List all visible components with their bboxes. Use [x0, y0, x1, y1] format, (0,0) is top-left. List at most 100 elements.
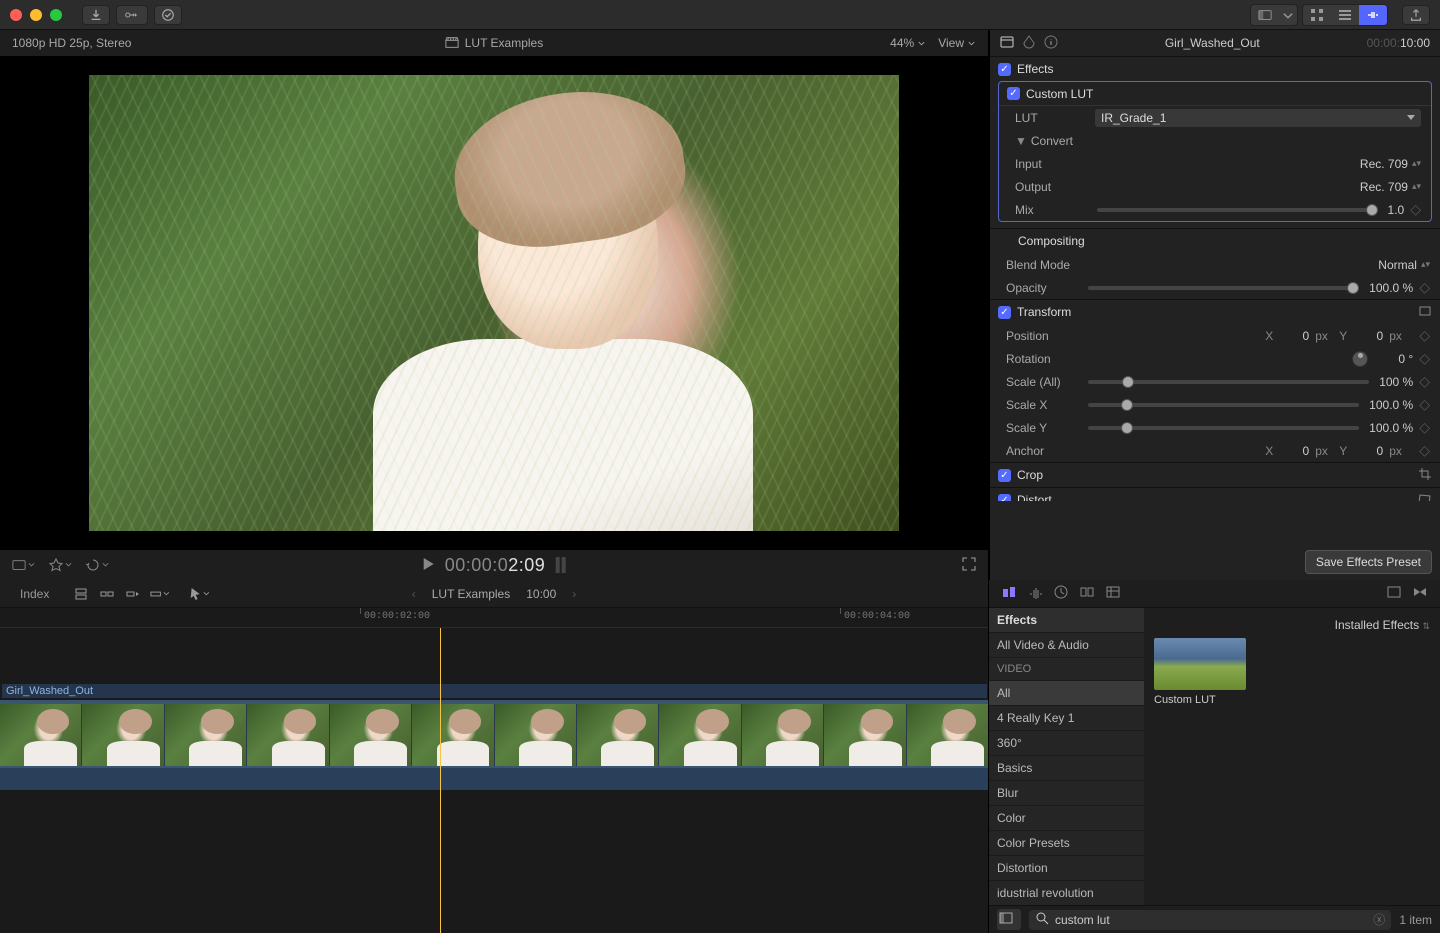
audio-effects-tab[interactable] [1025, 585, 1045, 602]
effect-item-custom-lut[interactable]: Custom LUT [1154, 638, 1246, 706]
opacity-slider[interactable] [1088, 286, 1359, 290]
color-inspector-tab[interactable] [1022, 35, 1036, 52]
keyframe-icon[interactable]: ◇ [1419, 419, 1430, 436]
crop-checkbox[interactable]: ✓ [998, 469, 1011, 482]
video-inspector-tab[interactable] [1000, 35, 1014, 52]
timecode-display[interactable]: 00:00:02:09 [445, 555, 546, 576]
play-button[interactable] [423, 555, 435, 576]
overwrite-clip-button[interactable] [149, 586, 169, 602]
titles-tab[interactable] [1077, 585, 1097, 602]
effects-category-item[interactable]: 360° [989, 730, 1144, 755]
effects-category-item[interactable]: Blur [989, 780, 1144, 805]
effects-category-item[interactable]: 4 Really Key 1 [989, 705, 1144, 730]
generators-tab[interactable] [1103, 585, 1123, 602]
keyframe-icon[interactable]: ◇ [1419, 396, 1430, 413]
keyword-button[interactable] [116, 5, 148, 25]
retime-menu[interactable] [86, 558, 109, 572]
anchor-y[interactable]: 0 [1353, 444, 1383, 458]
keyframe-icon[interactable]: ◇ [1419, 327, 1430, 344]
effects-category-item[interactable]: All Video & Audio [989, 632, 1144, 657]
clear-search-icon[interactable]: ⓧ [1373, 911, 1385, 928]
mix-value[interactable]: 1.0 [1388, 203, 1405, 217]
input-colorspace[interactable]: Rec. 709▴▾ [1360, 157, 1421, 171]
effects-category-item[interactable]: idustrial revolution [989, 880, 1144, 905]
browser-dropdown[interactable] [1279, 5, 1297, 25]
keyframe-icon[interactable]: ◇ [1419, 279, 1430, 296]
effects-category-item[interactable]: Basics [989, 755, 1144, 780]
effects-checkbox[interactable]: ✓ [998, 63, 1011, 76]
transform-header[interactable]: ✓ Transform [990, 300, 1440, 324]
output-colorspace[interactable]: Rec. 709▴▾ [1360, 180, 1421, 194]
import-button[interactable] [82, 5, 110, 25]
viewer-display-menu[interactable] [12, 558, 35, 572]
effects-category-item[interactable]: All [989, 680, 1144, 705]
scale-all-slider[interactable] [1088, 380, 1369, 384]
installed-effects-dropdown[interactable]: Installed Effects ⇅ [1335, 618, 1430, 632]
browser-toggle[interactable] [1251, 5, 1279, 25]
timeline-clip[interactable]: Girl_Washed_Out [0, 700, 988, 790]
scale-y-value[interactable]: 100.0 % [1369, 421, 1413, 435]
background-tasks-button[interactable] [154, 5, 182, 25]
scale-x-value[interactable]: 100.0 % [1369, 398, 1413, 412]
bowtie-icon[interactable] [1410, 585, 1430, 602]
view-dropdown[interactable]: View [938, 36, 976, 50]
position-x[interactable]: 0 [1279, 329, 1309, 343]
playhead[interactable] [440, 628, 441, 933]
keyframe-icon[interactable]: ◇ [1419, 373, 1430, 390]
distort-header[interactable]: ✓ Distort [990, 488, 1440, 501]
append-clip-button[interactable] [123, 586, 143, 602]
timeline-nav-prev[interactable]: ‹ [412, 587, 416, 601]
effects-category-item[interactable]: Color [989, 805, 1144, 830]
distort-onscreen-icon[interactable] [1418, 492, 1432, 502]
position-y[interactable]: 0 [1353, 329, 1383, 343]
share-button[interactable] [1402, 5, 1430, 25]
themes-tab[interactable] [1384, 585, 1404, 602]
connect-clip-button[interactable] [71, 586, 91, 602]
anchor-x[interactable]: 0 [1279, 444, 1309, 458]
timeline-body[interactable]: Girl_Washed_Out [0, 628, 988, 933]
transform-checkbox[interactable]: ✓ [998, 306, 1011, 319]
fullscreen-button[interactable] [962, 560, 976, 574]
effects-section-header[interactable]: ✓ Effects [990, 57, 1440, 81]
rotation-dial[interactable] [1352, 351, 1368, 367]
lut-select[interactable]: IR_Grade_1 [1095, 109, 1421, 127]
rotation-value[interactable]: 0 ° [1398, 352, 1413, 366]
clip-audio-track[interactable] [0, 768, 988, 790]
save-effects-preset-button[interactable]: Save Effects Preset [1305, 550, 1432, 574]
crop-header[interactable]: ✓ Crop [990, 463, 1440, 487]
viewer-canvas[interactable] [0, 56, 988, 550]
arrow-tool[interactable] [189, 586, 209, 602]
insert-clip-button[interactable] [97, 586, 117, 602]
effects-category-item[interactable]: Distortion [989, 855, 1144, 880]
effects-onscreen-menu[interactable] [49, 558, 72, 572]
layout-list[interactable] [1331, 5, 1359, 25]
scale-all-value[interactable]: 100 % [1379, 375, 1413, 389]
keyframe-icon[interactable]: ◇ [1419, 442, 1430, 459]
distort-checkbox[interactable]: ✓ [998, 494, 1011, 502]
mix-slider[interactable] [1097, 208, 1378, 212]
disclosure-triangle[interactable]: ▼ [1015, 134, 1027, 148]
zoom-window[interactable] [50, 9, 62, 21]
effects-list-view-toggle[interactable] [997, 909, 1021, 930]
timeline-index-button[interactable]: Index [10, 584, 59, 604]
timeline-ruler[interactable]: 00:00:02:0000:00:04:00 [0, 608, 988, 628]
transform-onscreen-icon[interactable] [1418, 304, 1432, 321]
inspector-toggle[interactable] [1359, 5, 1387, 25]
layout-grid[interactable] [1303, 5, 1331, 25]
effects-browser-tab[interactable] [999, 585, 1019, 602]
zoom-dropdown[interactable]: 44% [890, 36, 926, 50]
scale-y-slider[interactable] [1088, 426, 1359, 430]
transitions-tab[interactable] [1051, 585, 1071, 602]
close-window[interactable] [10, 9, 22, 21]
blend-mode-select[interactable]: Normal▴▾ [1378, 258, 1430, 272]
timeline-nav-next[interactable]: › [572, 587, 576, 601]
minimize-window[interactable] [30, 9, 42, 21]
crop-onscreen-icon[interactable] [1418, 467, 1432, 484]
opacity-value[interactable]: 100.0 % [1369, 281, 1413, 295]
keyframe-icon[interactable]: ◇ [1410, 201, 1421, 218]
keyframe-icon[interactable]: ◇ [1419, 350, 1430, 367]
effects-category-item[interactable]: Color Presets [989, 830, 1144, 855]
info-inspector-tab[interactable] [1044, 35, 1058, 52]
scale-x-slider[interactable] [1088, 403, 1359, 407]
custom-lut-checkbox[interactable]: ✓ [1007, 87, 1020, 100]
